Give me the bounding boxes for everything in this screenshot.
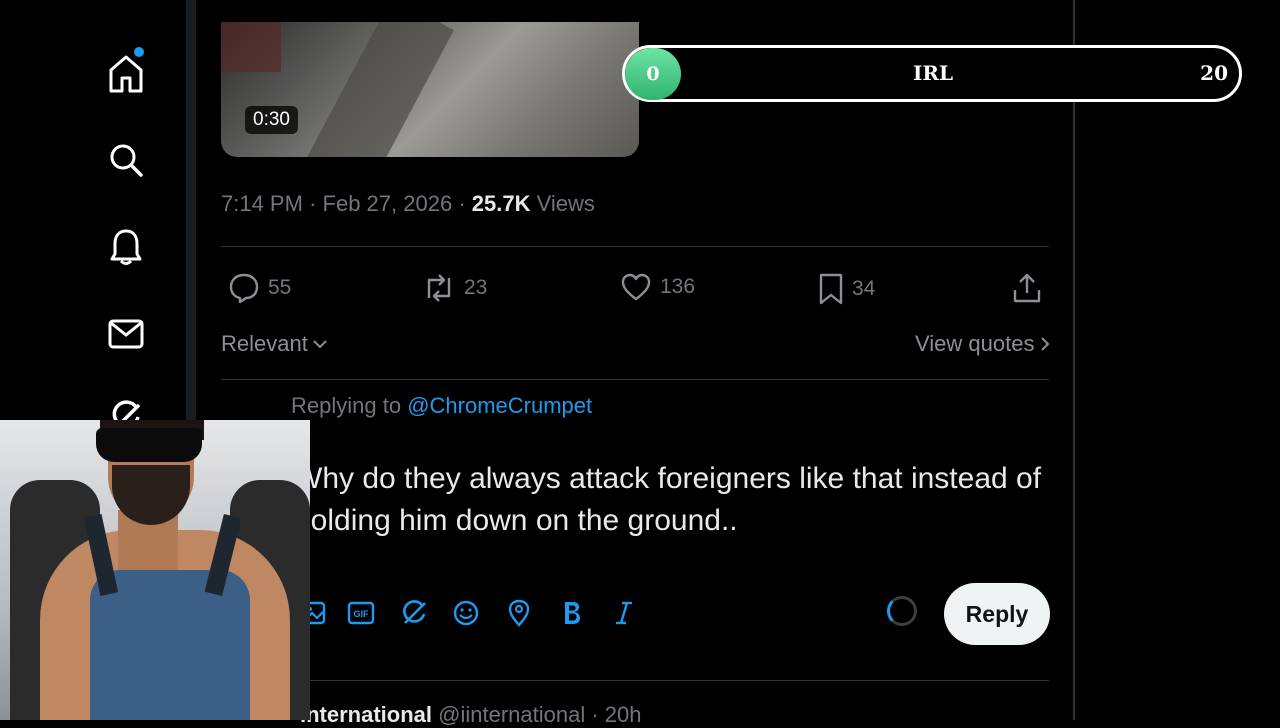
heart-icon <box>621 273 651 301</box>
meta-separator: · <box>458 191 472 216</box>
svg-text:GIF: GIF <box>354 609 370 619</box>
grok-enhance-icon[interactable] <box>397 596 431 630</box>
column-border <box>1073 0 1075 720</box>
sort-dropdown[interactable]: Relevant <box>221 331 328 357</box>
replying-to: Replying to @ChromeCrumpet <box>291 393 592 419</box>
divider <box>221 246 1049 247</box>
bookmark-action[interactable]: 34 <box>818 272 875 306</box>
chevron-down-icon <box>313 340 327 349</box>
like-count: 136 <box>660 275 696 298</box>
meta-separator: · <box>309 191 323 216</box>
replying-handle[interactable]: @ChromeCrumpet <box>407 393 592 418</box>
italic-icon[interactable] <box>607 596 641 630</box>
view-quotes-link[interactable]: View quotes <box>915 331 1050 357</box>
sort-label: Relevant <box>221 331 308 356</box>
location-icon[interactable] <box>502 596 536 630</box>
search-icon[interactable] <box>106 140 146 180</box>
mail-icon[interactable] <box>106 314 146 354</box>
repost-icon <box>427 274 451 302</box>
home-icon[interactable] <box>106 54 146 94</box>
reply-button[interactable]: Reply <box>944 583 1050 645</box>
reply-icon <box>229 273 259 304</box>
view-quotes-label: View quotes <box>915 331 1035 356</box>
repost-count: 23 <box>464 276 488 299</box>
video-frame-detail <box>298 22 454 157</box>
bookmark-count: 34 <box>852 277 876 300</box>
bold-icon[interactable] <box>555 596 589 630</box>
progress-min: 0 <box>625 48 681 100</box>
reply-text-input[interactable]: Why do they always attack foreigners lik… <box>294 458 1054 542</box>
tweet-time[interactable]: 7:14 PM <box>221 191 303 216</box>
video-duration: 0:30 <box>245 106 298 134</box>
tweet-meta: 7:14 PM · Feb 27, 2026 · 25.7K Views <box>221 191 595 217</box>
like-action[interactable]: 136 <box>620 272 695 302</box>
notification-dot <box>134 47 144 57</box>
next-reply-handle: @iinternational · 20h <box>438 702 642 727</box>
repost-action[interactable]: 23 <box>422 272 487 304</box>
chevron-right-icon <box>1041 337 1050 351</box>
bookmark-icon <box>819 273 843 305</box>
emoji-icon[interactable] <box>449 596 483 630</box>
gif-icon[interactable]: GIF <box>344 596 378 630</box>
video-frame-detail <box>221 22 281 72</box>
divider <box>221 379 1049 380</box>
views-label: Views <box>536 191 595 216</box>
replying-prefix: Replying to <box>291 393 402 418</box>
bell-icon[interactable] <box>106 227 146 267</box>
progress-label: IRL <box>912 61 954 85</box>
next-reply-name[interactable]: International <box>300 702 432 727</box>
video-thumbnail[interactable] <box>221 22 639 157</box>
webcam-overlay <box>0 420 310 720</box>
share-action[interactable] <box>1012 272 1042 304</box>
reply-action[interactable]: 55 <box>228 272 291 304</box>
reply-count: 55 <box>268 276 292 299</box>
share-icon <box>1013 273 1041 303</box>
character-count-ring <box>887 596 917 626</box>
next-reply-header: International @iinternational · 20h <box>300 702 641 728</box>
streamer-sunglasses <box>96 428 202 462</box>
tweet-date[interactable]: Feb 27, 2026 <box>323 191 453 216</box>
progress-max: 20 <box>1200 61 1228 85</box>
views-count: 25.7K <box>471 191 531 216</box>
divider <box>221 680 1049 681</box>
